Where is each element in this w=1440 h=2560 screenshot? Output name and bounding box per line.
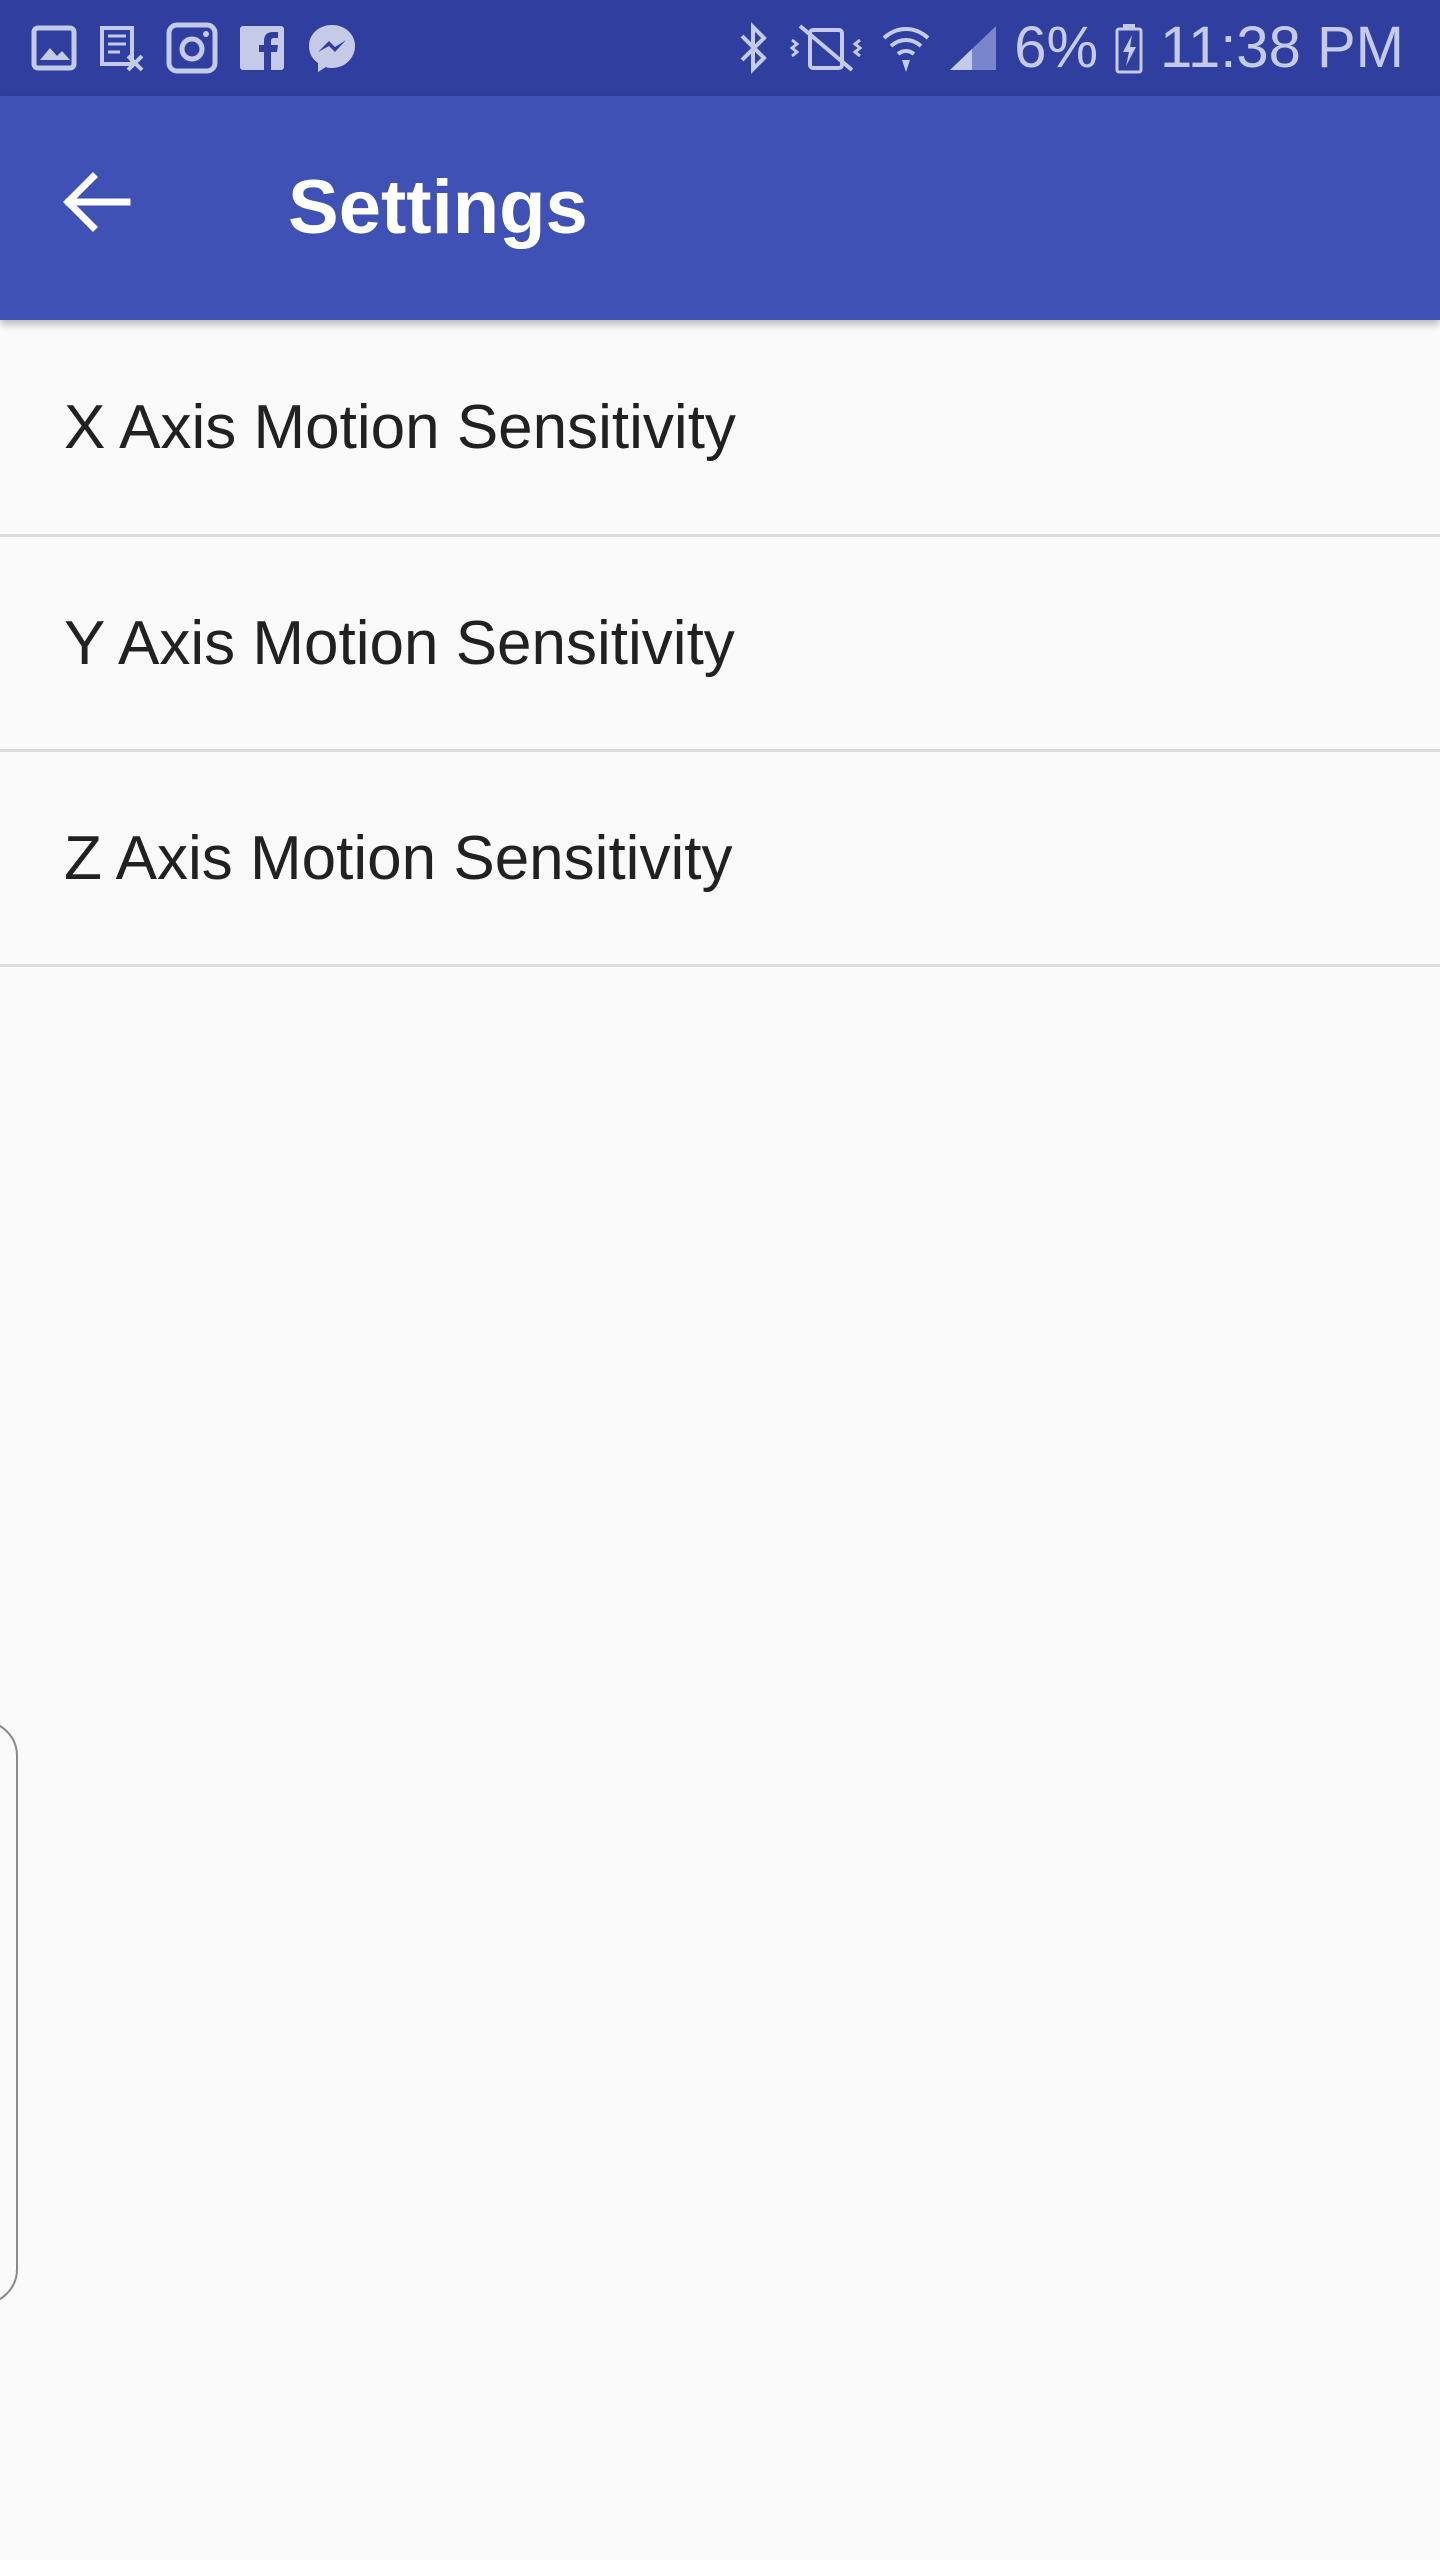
battery-percent: 6% <box>1014 15 1099 80</box>
signal-icon <box>948 24 998 72</box>
wifi-icon <box>880 22 932 74</box>
edge-panel-handle[interactable] <box>0 1720 18 2305</box>
page-title: Settings <box>288 165 588 250</box>
clock: 11:38 PM <box>1160 15 1404 80</box>
vibrate-mute-icon <box>788 22 864 74</box>
preference-list: X Axis Motion Sensitivity Y Axis Motion … <box>0 320 1440 967</box>
notification-icons <box>30 0 358 96</box>
app-bar: Settings <box>0 96 1440 320</box>
battery-charging-icon <box>1114 22 1144 74</box>
pref-y-axis-sensitivity[interactable]: Y Axis Motion Sensitivity <box>0 537 1440 752</box>
back-button[interactable] <box>40 148 152 260</box>
messenger-icon <box>306 22 358 74</box>
gallery-icon <box>30 24 78 72</box>
system-status: 6% 11:38 PM <box>736 0 1404 96</box>
arrow-back-icon <box>61 171 131 238</box>
instagram-icon <box>166 22 218 74</box>
pref-z-axis-sensitivity[interactable]: Z Axis Motion Sensitivity <box>0 752 1440 967</box>
pref-label: X Axis Motion Sensitivity <box>64 392 736 462</box>
pref-label: Z Axis Motion Sensitivity <box>64 823 733 893</box>
status-bar: 6% 11:38 PM <box>0 0 1440 96</box>
pref-label: Y Axis Motion Sensitivity <box>64 608 735 678</box>
facebook-icon <box>238 24 286 72</box>
pref-x-axis-sensitivity[interactable]: X Axis Motion Sensitivity <box>0 320 1440 537</box>
screenshot-icon <box>98 24 146 72</box>
bluetooth-icon <box>736 22 772 74</box>
